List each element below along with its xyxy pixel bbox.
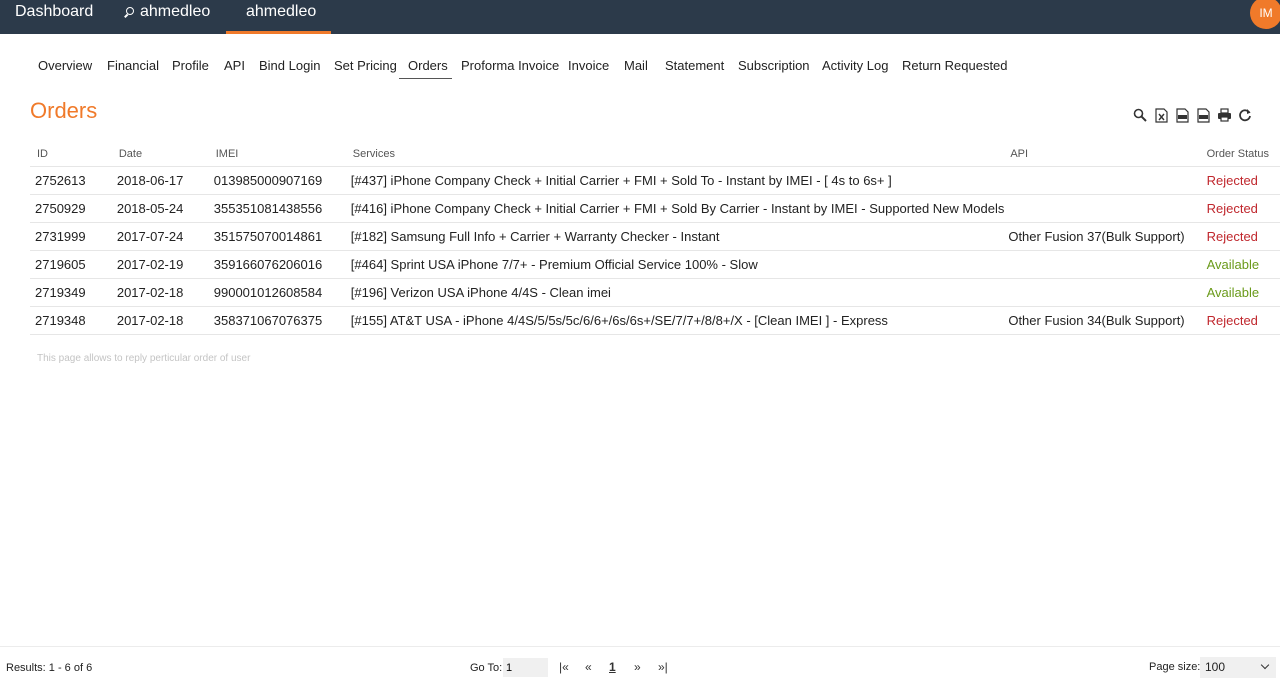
order-api bbox=[1004, 194, 1207, 223]
pdf-export-icon[interactable] bbox=[1195, 107, 1211, 123]
search-icon bbox=[126, 7, 134, 15]
tab-return-requested[interactable]: Return Requested bbox=[902, 58, 1008, 73]
page-title: Orders bbox=[30, 98, 98, 123]
order-imei: 990001012608584 bbox=[209, 278, 347, 307]
order-service: [#464] Sprint USA iPhone 7/7+ - Premium … bbox=[346, 250, 1005, 279]
print-icon[interactable] bbox=[1216, 107, 1232, 123]
table-row[interactable]: 2719348 2017-02-18 358371067076375 [#155… bbox=[30, 306, 1280, 335]
tab-activity-log[interactable]: Activity Log bbox=[822, 58, 888, 73]
order-id: 2719605 bbox=[30, 250, 113, 279]
table-row[interactable]: 2731999 2017-07-24 351575070014861 [#182… bbox=[30, 222, 1280, 251]
page-size-select[interactable]: 100 bbox=[1200, 657, 1276, 678]
column-header-date[interactable]: Date bbox=[112, 142, 210, 167]
current-page-button[interactable]: 1 bbox=[609, 660, 616, 674]
table-row[interactable]: 2719605 2017-02-19 359166076206016 [#464… bbox=[30, 250, 1280, 279]
table-toolbar bbox=[1132, 107, 1253, 123]
top-navigation-bar: Dashboard ahmedleo ahmedleo IM bbox=[0, 0, 1280, 34]
order-imei: 013985000907169 bbox=[209, 166, 347, 195]
column-header-order-status[interactable]: Order Status bbox=[1206, 142, 1280, 167]
order-service: [#437] iPhone Company Check + Initial Ca… bbox=[346, 166, 1005, 195]
order-imei: 355351081438556 bbox=[209, 194, 347, 223]
order-imei: 359166076206016 bbox=[209, 250, 347, 279]
column-header-imei[interactable]: IMEI bbox=[209, 142, 347, 167]
pdf-export-icon[interactable] bbox=[1174, 107, 1190, 123]
order-date: 2017-02-19 bbox=[112, 250, 210, 279]
goto-label: Go To: bbox=[470, 662, 503, 674]
column-header-api[interactable]: API bbox=[1004, 142, 1207, 167]
table-header-row: ID Date IMEI Services API Order Status bbox=[30, 142, 1280, 167]
order-api bbox=[1004, 278, 1207, 307]
last-page-button[interactable]: »| bbox=[658, 660, 668, 674]
results-count: Results: 1 - 6 of 6 bbox=[6, 662, 93, 674]
order-service: [#182] Samsung Full Info + Carrier + War… bbox=[346, 222, 1005, 251]
excel-export-icon[interactable] bbox=[1153, 107, 1169, 123]
order-status: Rejected bbox=[1206, 194, 1280, 223]
tab-mail[interactable]: Mail bbox=[624, 58, 648, 73]
order-id: 2752613 bbox=[30, 166, 113, 195]
order-status: Rejected bbox=[1206, 222, 1280, 251]
tab-financial[interactable]: Financial bbox=[107, 58, 159, 73]
order-date: 2018-05-24 bbox=[112, 194, 210, 223]
order-imei: 351575070014861 bbox=[209, 222, 347, 251]
tab-orders[interactable]: Orders bbox=[408, 58, 448, 73]
tab-bind-login[interactable]: Bind Login bbox=[259, 58, 320, 73]
tab-subscription[interactable]: Subscription bbox=[738, 58, 810, 73]
order-status: Available bbox=[1206, 278, 1280, 307]
order-id: 2719349 bbox=[30, 278, 113, 307]
order-service: [#416] iPhone Company Check + Initial Ca… bbox=[346, 194, 1005, 223]
orders-table: ID Date IMEI Services API Order Status 2… bbox=[30, 142, 1280, 335]
user-search-link[interactable]: ahmedleo bbox=[126, 0, 210, 34]
order-status: Rejected bbox=[1206, 166, 1280, 195]
tab-api[interactable]: API bbox=[224, 58, 245, 73]
table-row[interactable]: 2719349 2017-02-18 990001012608584 [#196… bbox=[30, 278, 1280, 307]
order-api bbox=[1004, 166, 1207, 195]
order-api: Other Fusion 34(Bulk Support) bbox=[1004, 306, 1207, 335]
order-id: 2731999 bbox=[30, 222, 113, 251]
order-service: [#155] AT&T USA - iPhone 4/4S/5/5s/5c/6/… bbox=[346, 306, 1005, 335]
tab-set-pricing[interactable]: Set Pricing bbox=[334, 58, 397, 73]
first-page-button[interactable]: |« bbox=[559, 660, 569, 674]
order-api bbox=[1004, 250, 1207, 279]
order-imei: 358371067076375 bbox=[209, 306, 347, 335]
order-id: 2750929 bbox=[30, 194, 113, 223]
goto-page-input[interactable] bbox=[503, 658, 548, 677]
order-status: Available bbox=[1206, 250, 1280, 279]
avatar[interactable]: IM bbox=[1250, 0, 1280, 29]
next-page-button[interactable]: » bbox=[634, 660, 641, 674]
prev-page-button[interactable]: « bbox=[585, 660, 592, 674]
table-row[interactable]: 2752613 2018-06-17 013985000907169 [#437… bbox=[30, 166, 1280, 195]
pagination-footer: Results: 1 - 6 of 6 Go To: |« « 1 » »| P… bbox=[0, 646, 1280, 689]
order-status: Rejected bbox=[1206, 306, 1280, 335]
search-icon[interactable] bbox=[1132, 107, 1148, 123]
active-tab-underline bbox=[399, 78, 452, 79]
search-user-label: ahmedleo bbox=[140, 3, 211, 20]
column-header-services[interactable]: Services bbox=[346, 142, 1005, 167]
dashboard-link[interactable]: Dashboard bbox=[15, 0, 93, 34]
page-hint-text: This page allows to reply perticular ord… bbox=[37, 353, 251, 364]
active-tab-indicator bbox=[226, 31, 331, 34]
order-date: 2017-07-24 bbox=[112, 222, 210, 251]
current-user-tab[interactable]: ahmedleo bbox=[246, 0, 316, 34]
order-service: [#196] Verizon USA iPhone 4/4S - Clean i… bbox=[346, 278, 1005, 307]
refresh-icon[interactable] bbox=[1237, 107, 1253, 123]
page-size-value: 100 bbox=[1205, 660, 1226, 674]
order-id: 2719348 bbox=[30, 306, 113, 335]
tab-proforma-invoice[interactable]: Proforma Invoice bbox=[461, 58, 559, 73]
page-size-label: Page size: bbox=[1149, 661, 1201, 673]
order-api: Other Fusion 37(Bulk Support) bbox=[1004, 222, 1207, 251]
tab-profile[interactable]: Profile bbox=[172, 58, 209, 73]
order-date: 2018-06-17 bbox=[112, 166, 210, 195]
column-header-id[interactable]: ID bbox=[30, 142, 113, 167]
table-row[interactable]: 2750929 2018-05-24 355351081438556 [#416… bbox=[30, 194, 1280, 223]
tab-statement[interactable]: Statement bbox=[665, 58, 724, 73]
order-date: 2017-02-18 bbox=[112, 278, 210, 307]
tab-invoice[interactable]: Invoice bbox=[568, 58, 609, 73]
chevron-down-icon bbox=[1260, 660, 1270, 670]
tab-overview[interactable]: Overview bbox=[38, 58, 92, 73]
order-date: 2017-02-18 bbox=[112, 306, 210, 335]
